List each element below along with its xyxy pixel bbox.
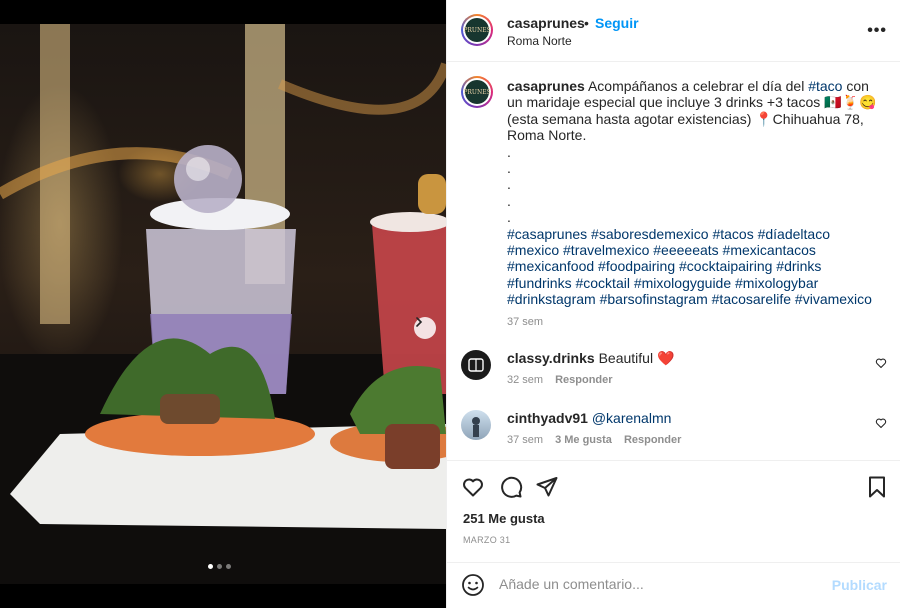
comment-like-icon[interactable] (875, 416, 887, 434)
add-comment-row: Publicar (447, 562, 900, 608)
photo-illustration (0, 24, 446, 584)
comment-body: Beautiful ❤️ (594, 350, 675, 366)
carousel-next-button[interactable] (414, 317, 436, 339)
post-header: PRUNES casaprunes • Seguir Roma Norte ••… (447, 0, 900, 62)
comment-time[interactable]: 37 sem (507, 434, 543, 446)
author-avatar[interactable]: PRUNES (461, 14, 493, 46)
instagram-post-modal: PRUNES casaprunes • Seguir Roma Norte ••… (0, 0, 900, 608)
author-username[interactable]: casaprunes (507, 15, 585, 31)
add-comment-input[interactable] (497, 575, 821, 593)
taco-filling (385, 424, 440, 469)
header-separator: • (584, 15, 589, 31)
commenter-avatar[interactable] (461, 410, 491, 440)
caption-dot: . (507, 160, 511, 177)
post-media (0, 0, 446, 608)
chevron-right-icon (416, 317, 423, 327)
comment-icon[interactable] (499, 475, 523, 504)
caption-username[interactable]: casaprunes (507, 78, 585, 94)
commenter-avatar[interactable] (461, 350, 491, 380)
share-icon[interactable] (535, 475, 559, 504)
post-date[interactable]: MARZO 31 (463, 535, 510, 545)
post-photo[interactable] (0, 24, 446, 584)
avatar-logo: PRUNES (463, 18, 491, 42)
likes-count[interactable]: 251 Me gusta (463, 511, 545, 526)
more-options-icon[interactable]: ••• (867, 22, 887, 40)
publish-button[interactable]: Publicar (832, 577, 887, 593)
garnish (418, 174, 446, 214)
comment-mention[interactable]: @karenalmn (588, 410, 672, 426)
post-caption: casaprunes Acompáñanos a celebrar el día… (507, 78, 879, 308)
avatar-logo: PRUNES (463, 80, 491, 104)
bookmark-icon[interactable] (865, 475, 889, 504)
like-icon[interactable] (461, 475, 485, 504)
carousel-dot (226, 564, 231, 569)
taco-filling (160, 394, 220, 424)
caption-dot: . (507, 209, 511, 226)
comment-meta: 37 sem 3 Me gusta Responder (507, 434, 681, 446)
hashtag-link[interactable]: #taco (808, 78, 842, 94)
carousel-dot (217, 564, 222, 569)
post-side-panel: PRUNES casaprunes • Seguir Roma Norte ••… (446, 0, 900, 608)
ice-sphere (174, 145, 242, 213)
carousel-indicator (208, 564, 231, 569)
caption-text: Acompáñanos a celebrar el día del (584, 78, 809, 94)
caption-timestamp[interactable]: 37 sem (507, 316, 543, 328)
caption-dot: . (507, 192, 511, 209)
follow-button[interactable]: Seguir (595, 15, 639, 31)
emoji-icon[interactable] (461, 573, 485, 602)
hashtag-list[interactable]: #casaprunes #saboresdemexico #tacos #día… (507, 226, 879, 308)
post-location[interactable]: Roma Norte (507, 34, 572, 48)
comment-time[interactable]: 32 sem (507, 374, 543, 386)
comment-text: classy.drinks Beautiful ❤️ (507, 350, 674, 367)
comment-username[interactable]: cinthyadv91 (507, 410, 588, 426)
carousel-dot-active (208, 564, 213, 569)
reply-button[interactable]: Responder (555, 374, 612, 386)
sphere-highlight (186, 157, 210, 181)
comment-meta: 32 sem Responder (507, 374, 613, 386)
person-photo-icon (472, 417, 480, 437)
commenter-logo-icon (468, 358, 484, 372)
comment-username[interactable]: classy.drinks (507, 350, 595, 366)
caption-avatar[interactable]: PRUNES (461, 76, 493, 108)
caption-dot: . (507, 143, 511, 160)
comment-text: cinthyadv91 @karenalmn (507, 410, 671, 426)
comment-likes-count[interactable]: 3 Me gusta (555, 434, 612, 446)
comment-like-icon[interactable] (875, 356, 887, 374)
reply-button[interactable]: Responder (624, 434, 681, 446)
caption-dot: . (507, 176, 511, 193)
light-arc (278, 62, 446, 115)
